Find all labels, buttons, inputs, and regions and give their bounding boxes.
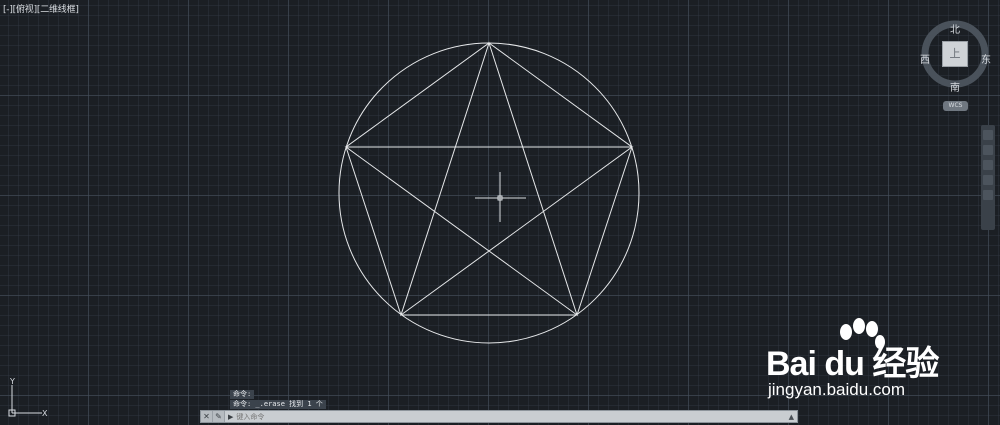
nav-wheel-icon[interactable]: [983, 190, 993, 200]
compass-north[interactable]: 北: [950, 21, 960, 36]
baidu-jingyan-watermark: Bai du 经验 jingyan.baidu.com: [760, 318, 980, 408]
command-history-line: 命令: _.erase 找到 1 个: [230, 400, 326, 409]
drawing-viewport[interactable]: [-][俯视][二维线框] 北 南 东 西 上 WCS Y X 命令: 命令: …: [0, 0, 1000, 425]
ucs-x-label: X: [42, 409, 48, 418]
wcs-menu-button[interactable]: WCS: [943, 101, 968, 111]
command-history-line: 命令:: [230, 390, 255, 399]
watermark-url: jingyan.baidu.com: [768, 380, 906, 399]
viewcube-top-face[interactable]: 上: [942, 41, 968, 67]
watermark-brand: Bai du 经验: [766, 345, 939, 383]
close-icon[interactable]: ✕: [201, 411, 213, 422]
navigation-bar[interactable]: [981, 125, 995, 230]
wrench-icon[interactable]: ✎: [213, 411, 225, 422]
command-line-bar[interactable]: ✕ ✎ ▶ ▲: [200, 410, 798, 423]
compass-east[interactable]: 东: [981, 51, 991, 66]
command-history-dropdown-icon[interactable]: ▲: [789, 413, 794, 421]
nav-zoom-icon[interactable]: [983, 145, 993, 155]
compass-south[interactable]: 南: [950, 79, 960, 94]
drawn-circle[interactable]: [338, 42, 640, 344]
nav-pan-icon[interactable]: [983, 130, 993, 140]
compass-west[interactable]: 西: [920, 51, 930, 66]
command-history: 命令: 命令: _.erase 找到 1 个: [230, 390, 326, 410]
viewcube[interactable]: 北 南 东 西 上 WCS: [915, 20, 995, 115]
crosshair-cursor: [475, 172, 526, 222]
nav-orbit-icon[interactable]: [983, 160, 993, 170]
nav-showmotion-icon[interactable]: [983, 175, 993, 185]
drawn-pentagram[interactable]: [344, 41, 634, 317]
drawn-pentagon[interactable]: [345, 42, 633, 316]
ucs-y-label: Y: [9, 377, 15, 386]
ucs-icon: Y X: [8, 377, 48, 418]
command-input[interactable]: [233, 411, 789, 422]
